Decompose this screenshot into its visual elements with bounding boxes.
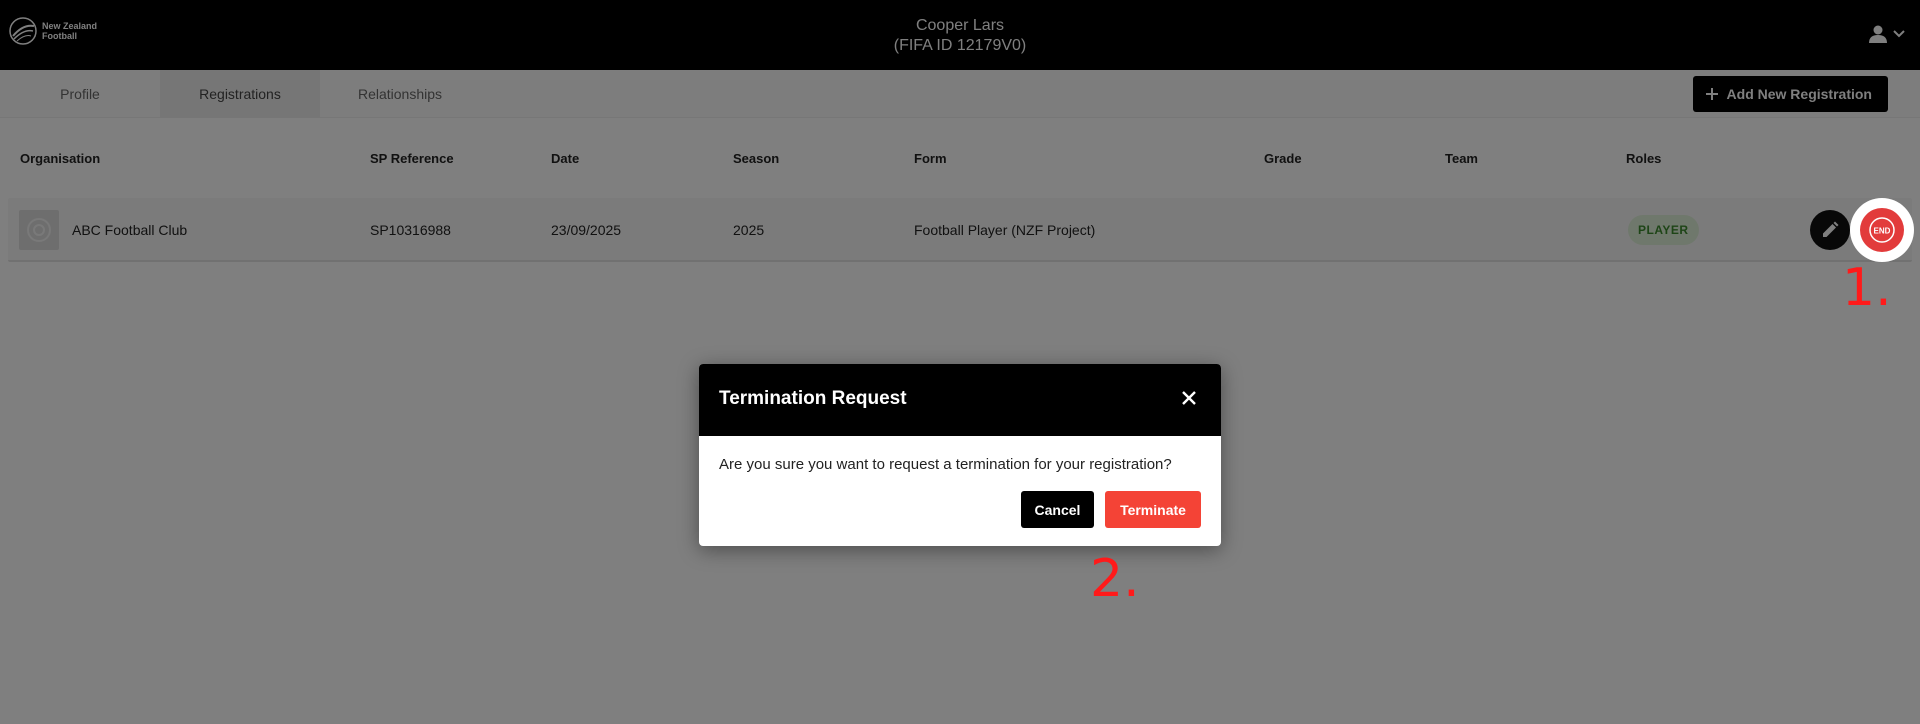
- annotation-step-2: 2.: [1090, 549, 1140, 609]
- close-button[interactable]: [1177, 386, 1201, 410]
- annotation-step-1: 1.: [1842, 258, 1892, 318]
- end-registration-highlight: END: [1850, 198, 1914, 262]
- end-label: END: [1874, 227, 1891, 236]
- close-icon: [1182, 391, 1196, 405]
- modal-backdrop[interactable]: [0, 0, 1920, 724]
- terminate-button[interactable]: Terminate: [1105, 491, 1201, 528]
- end-icon: END: [1869, 217, 1895, 243]
- dialog-title: Termination Request: [719, 388, 907, 409]
- end-registration-button[interactable]: END: [1860, 208, 1904, 252]
- dialog-header: Termination Request: [699, 364, 1221, 436]
- cancel-button[interactable]: Cancel: [1021, 491, 1094, 528]
- dialog-message: Are you sure you want to request a termi…: [719, 456, 1172, 473]
